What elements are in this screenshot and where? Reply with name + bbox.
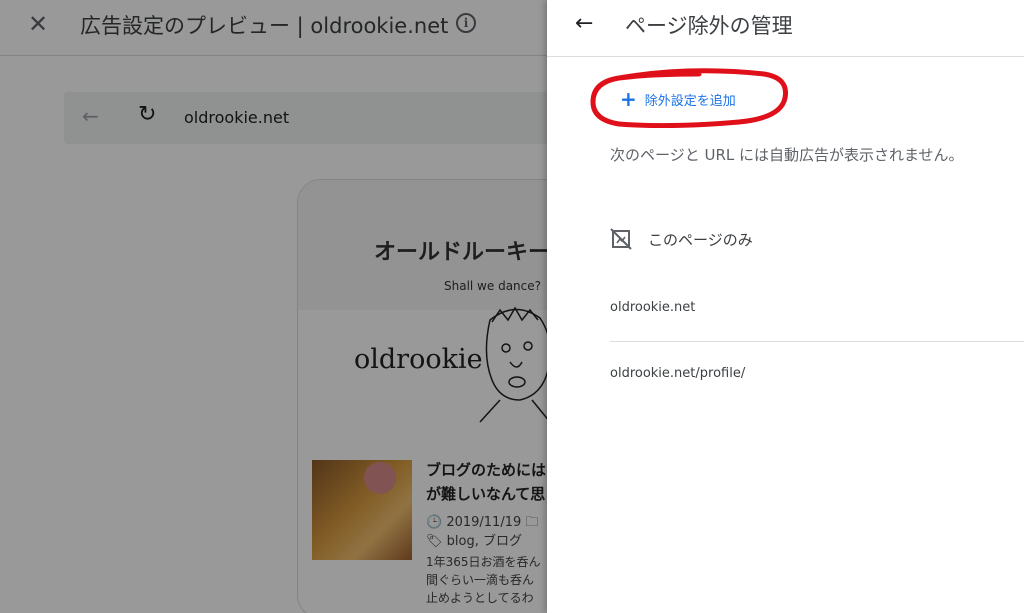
no-page-icon (610, 228, 632, 250)
this-page-only-section: このページのみ (610, 228, 753, 250)
back-arrow-icon[interactable]: ← (575, 11, 593, 36)
excluded-url-item[interactable]: oldrookie.net/profile/ (610, 366, 745, 381)
exclusion-description: 次のページと URL には自動広告が表示されません。 (610, 146, 964, 164)
divider (610, 341, 1024, 342)
excluded-url-item[interactable]: oldrookie.net (610, 300, 695, 315)
panel-header: ← ページ除外の管理 (547, 0, 1024, 57)
add-exclusion-label: 除外設定を追加 (644, 93, 736, 109)
section-label: このページのみ (648, 230, 753, 249)
plus-icon: + (620, 87, 637, 111)
panel-title: ページ除外の管理 (625, 14, 793, 38)
page-exclusion-panel: ← ページ除外の管理 + 除外設定を追加 次のページと URL には自動広告が表… (547, 0, 1024, 613)
add-exclusion-button[interactable]: + 除外設定を追加 (620, 86, 736, 112)
